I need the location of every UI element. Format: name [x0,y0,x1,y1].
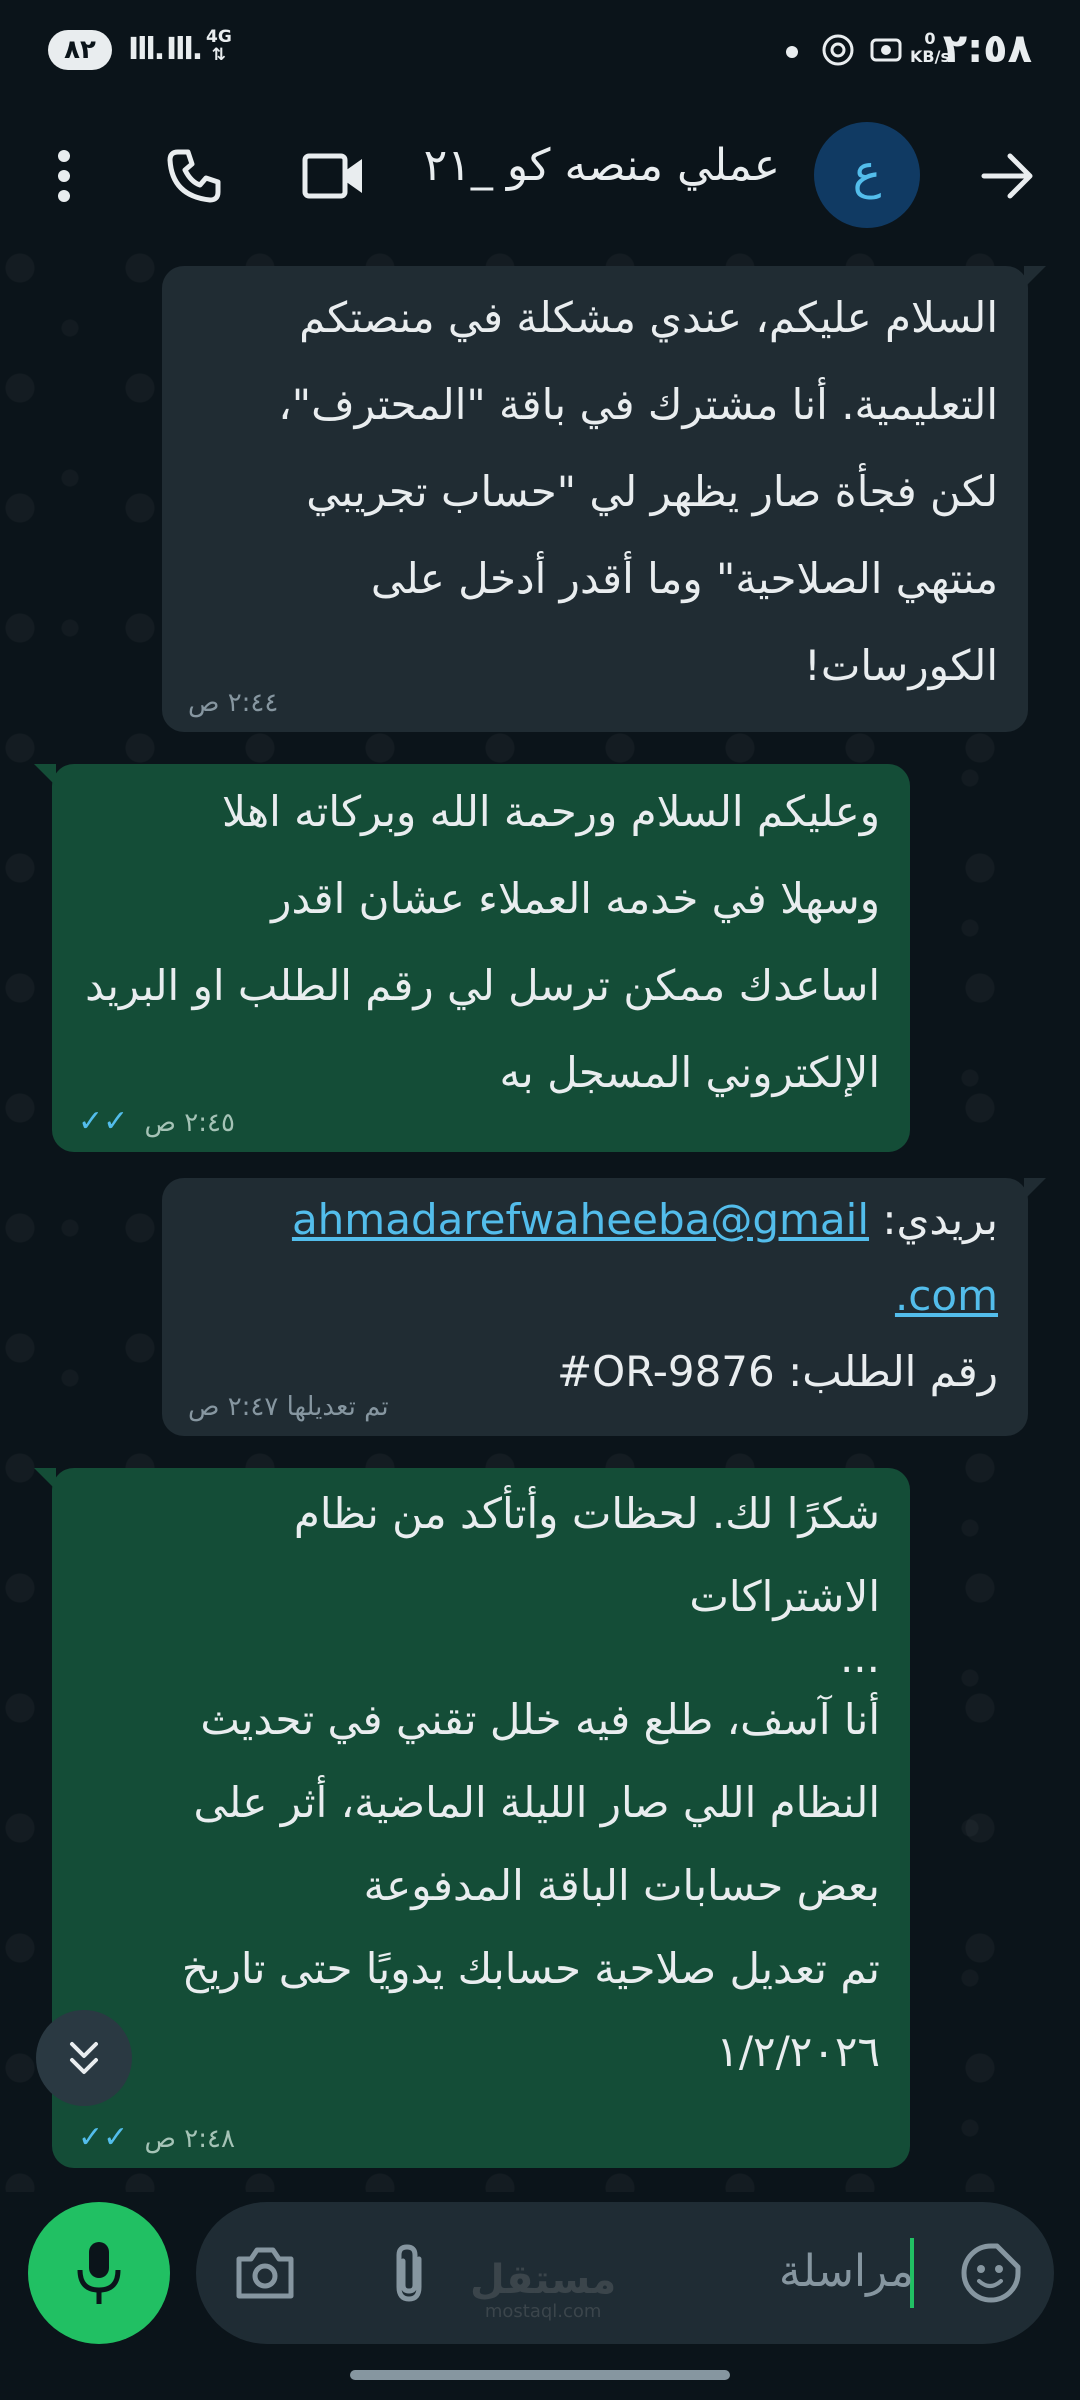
chatgpt-icon [822,34,854,66]
incoming-message[interactable]: السلام عليكم، عندي مشكلة في منصتكم التعل… [162,266,1046,732]
read-receipt-icon: ✓✓ [78,1104,136,1139]
message-text: تم تعديل صلاحية حسابك يدويًا حتى تاريخ [181,1944,880,1993]
edited-label: تم تعديلها [286,1392,389,1422]
message-text: وسهلا في خدمه العملاء عشان اقدر [271,874,880,923]
message-text: بعض حسابات الباقة المدفوعة [363,1861,880,1910]
watermark-arabic: مستقل [470,2257,617,2303]
notification-dot [786,46,798,58]
message-input[interactable]: مراسلة [196,2202,1054,2344]
voice-call-icon[interactable] [160,142,228,210]
message-placeholder: مراسلة [778,2246,914,2297]
email-link-cont[interactable]: .com [895,1271,998,1320]
watermark: مستقل mostaql.com [470,2258,616,2322]
outgoing-message[interactable]: وعليكم السلام ورحمة الله وبركاته اهلا وس… [34,764,910,1152]
message-text: السلام عليكم، عندي مشكلة في منصتكم [299,293,998,342]
order-number: #OR-9876 [556,1347,775,1396]
message-text: وعليكم السلام ورحمة الله وبركاته اهلا [221,787,880,836]
signal-icon-2: Ill. [166,32,203,67]
clock: ٢:٥٨ [942,26,1032,72]
scroll-to-bottom-button[interactable] [36,2010,132,2106]
message-text: أنا آسف، طلع فيه خلل تقني في تحديث [200,1695,880,1744]
double-chevron-down-icon [70,2042,98,2074]
message-text: الاشتراكات [689,1572,880,1621]
message-meta: ٢:٤٥ ص ✓✓ [78,1104,235,1139]
chat-header: عملي منصه كو _٢١ ع [0,104,1080,248]
outgoing-message[interactable]: شكرًا لك. لحظات وأتأكد من نظام الاشتراكا… [34,1468,910,2168]
emoji-sticker-icon[interactable] [956,2238,1026,2308]
message-time: ٢:٤٥ ص [144,1108,235,1138]
message-time: ٢:٤٨ ص [144,2124,235,2154]
read-receipt-icon: ✓✓ [78,2120,136,2155]
chat-title[interactable]: عملي منصه كو _٢١ [424,140,780,191]
message-text: النظام اللي صار الليلة الماضية، أثر على [193,1778,880,1827]
video-call-icon[interactable] [300,142,368,210]
signal-icon: Ill. [128,32,165,67]
more-options-icon[interactable] [30,142,98,210]
chat-area[interactable]: السلام عليكم، عندي مشكلة في منصتكم التعل… [0,248,1080,2192]
message-text: منتهي الصلاحية" وما أقدر أدخل على [370,554,998,603]
attach-icon[interactable] [374,2238,444,2308]
message-text: الكورسات! [803,641,998,690]
avatar[interactable]: ع [814,122,920,228]
network-type-label: 4G [206,27,232,47]
network-type-icon: 4G ⇅ [206,27,232,65]
message-text: شكرًا لك. لحظات وأتأكد من نظام [293,1489,880,1538]
screen-record-icon [870,38,902,62]
message-text: ... [839,1633,880,1682]
email-line-cont: .com [192,1258,998,1334]
message-meta: تم تعديلها ٢:٤٧ ص [188,1392,389,1422]
status-bar: ٨٢ Ill. Ill. 4G ⇅ 0 KB/s ٢:٥٨ [0,0,1080,104]
battery-indicator: ٨٢ [48,30,112,70]
voice-message-button[interactable] [28,2202,170,2344]
email-link[interactable]: ahmadarefwaheeba@gmail [292,1195,869,1244]
back-arrow-icon[interactable] [974,142,1042,210]
email-line: بريدي: ahmadarefwaheeba@gmail [192,1182,998,1258]
message-time: ٢:٤٤ ص [188,688,279,718]
message-text: لكن فجأة صار يظهر لي "حساب تجريبي [306,467,998,516]
microphone-icon [77,2242,121,2304]
message-text: التعليمية. أنا مشترك في باقة "المحترف"، [278,380,998,429]
message-text: اساعدك ممكن ترسل لي رقم الطلب او البريد [85,961,880,1010]
message-meta: ٢:٤٨ ص ✓✓ [78,2120,235,2155]
message-text: الإلكتروني المسجل به [499,1048,880,1097]
message-time: ٢:٤٧ ص [188,1392,279,1422]
camera-icon[interactable] [230,2238,300,2308]
order-label: رقم الطلب: [788,1347,998,1396]
message-text: ١/٢/٢٠٢٦ [716,2027,880,2076]
email-label: بريدي: [882,1195,998,1244]
home-indicator[interactable] [350,2370,730,2380]
incoming-message[interactable]: بريدي: ahmadarefwaheeba@gmail .com رقم ا… [162,1178,1046,1436]
speed-value: 0 [924,29,936,48]
watermark-latin: mostaql.com [484,2301,602,2322]
